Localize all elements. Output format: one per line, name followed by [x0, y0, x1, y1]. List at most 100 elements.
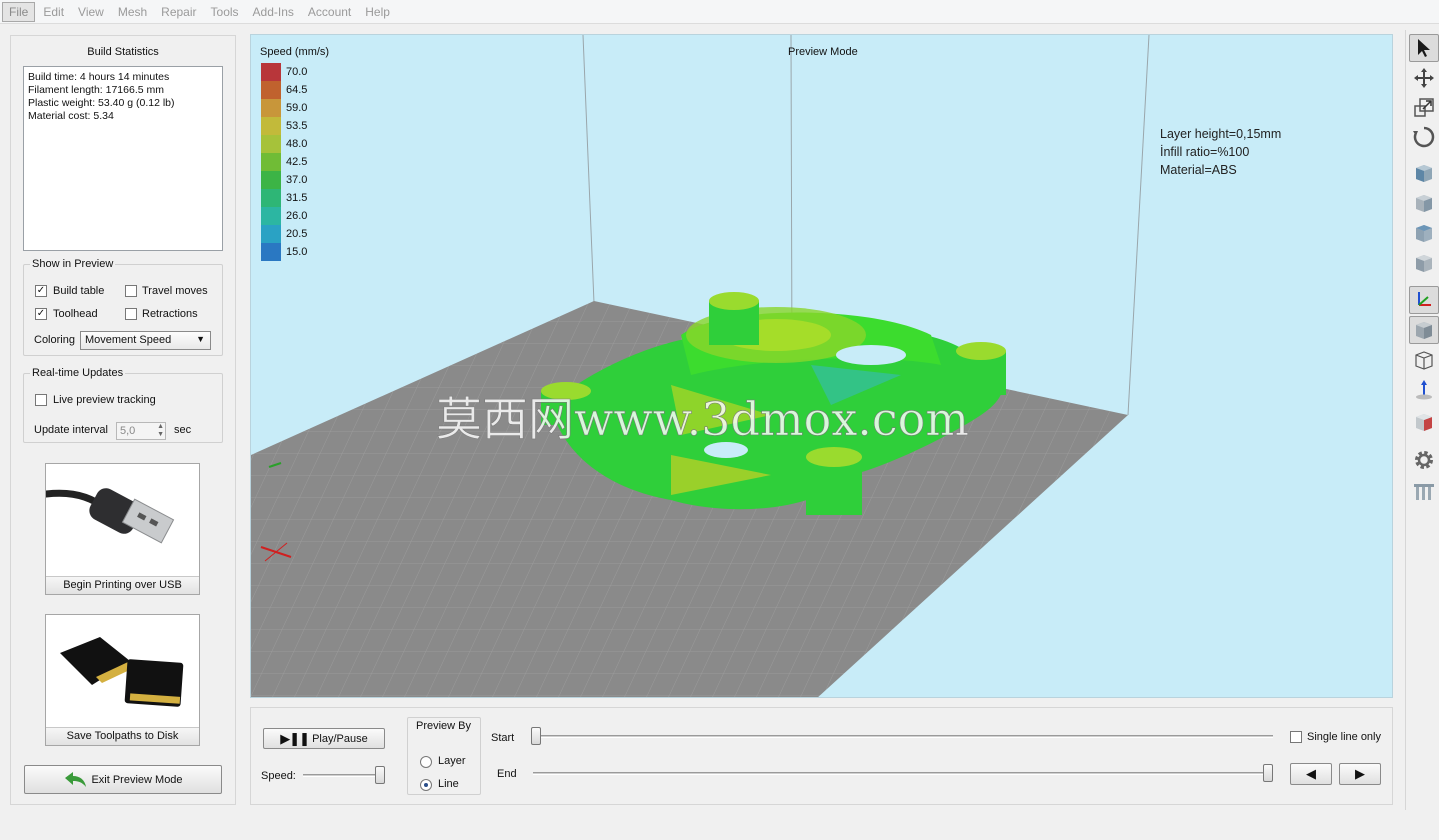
scale-tool-button[interactable] [1409, 93, 1439, 121]
arrow-right-icon: ▶ [1355, 766, 1365, 781]
settings-button[interactable] [1409, 446, 1439, 474]
legend-swatch [261, 117, 281, 135]
cut-cube-icon [1416, 414, 1432, 431]
section-view-button[interactable] [1409, 408, 1439, 436]
start-slider-track[interactable] [533, 735, 1273, 738]
sd-card-icon [60, 637, 184, 707]
toolhead-checkbox[interactable]: ✓ [35, 308, 47, 320]
speed-slider-track[interactable] [303, 774, 383, 777]
speed-slider-thumb[interactable] [375, 766, 385, 784]
layer-radio-label: Layer [438, 755, 466, 767]
legend-label: 64.5 [286, 84, 308, 96]
menu-account[interactable]: Account [302, 3, 357, 21]
axes-icon [1418, 292, 1431, 306]
step-forward-button[interactable]: ▶ [1339, 763, 1381, 785]
menu-bar: File Edit View Mesh Repair Tools Add-Ins… [0, 0, 1439, 24]
build-table-checkbox[interactable]: ✓ [35, 285, 47, 297]
preview-by-group: Preview By Layer Line [407, 717, 481, 795]
legend-label: 15.0 [286, 246, 308, 258]
travel-moves-label: Travel moves [142, 285, 208, 297]
legend-swatch [261, 189, 281, 207]
view-cube-side-icon [1416, 195, 1432, 212]
single-line-label: Single line only [1307, 731, 1381, 743]
line-radio-label: Line [438, 778, 459, 790]
stat-plastic-weight: Plastic weight: 53.40 g (0.12 lb) [28, 97, 175, 109]
show-in-preview-group: Show in Preview ✓ Build table Travel mov… [23, 258, 223, 356]
select-tool-button[interactable] [1409, 34, 1439, 62]
legend-swatch [261, 243, 281, 261]
usb-cable-icon [42, 488, 175, 544]
coloring-select[interactable]: Movement Speed ▼ [80, 331, 211, 350]
end-label: End [497, 768, 517, 780]
menu-mesh[interactable]: Mesh [112, 3, 153, 21]
solid-view-button[interactable] [1409, 316, 1439, 344]
view-iso-button[interactable] [1409, 249, 1439, 277]
view-top-button[interactable] [1409, 219, 1439, 247]
build-statistics-box: Build time: 4 hours 14 minutes Filament … [23, 66, 223, 251]
preview-mode-title: Preview Mode [788, 46, 858, 58]
exit-button-label: Exit Preview Mode [91, 773, 183, 786]
move-tool-button[interactable] [1409, 64, 1439, 92]
play-pause-icon: ▶❚❚ [280, 730, 310, 746]
view-cube-iso-icon [1416, 255, 1432, 272]
toolhead-label: Toolhead [53, 308, 98, 320]
preview-viewport[interactable]: 莫西网www.3dmox.com Preview Mode Speed (mm/… [250, 34, 1393, 698]
scale-icon [1414, 98, 1434, 117]
begin-printing-usb-button[interactable]: Begin Printing over USB [42, 463, 200, 595]
menu-edit[interactable]: Edit [37, 3, 70, 21]
support-icon [1414, 484, 1434, 500]
retractions-label: Retractions [142, 308, 198, 320]
settings-gear-icon [1415, 451, 1433, 469]
supports-button[interactable] [1409, 477, 1439, 505]
stat-material-cost: Material cost: 5.34 [28, 110, 114, 122]
single-line-checkbox[interactable] [1290, 731, 1302, 743]
update-interval-spinbox[interactable]: 5,0 ▲ ▼ [116, 422, 166, 440]
play-pause-label: Play/Pause [312, 732, 368, 745]
realtime-updates-title: Real-time Updates [30, 367, 126, 379]
menu-repair[interactable]: Repair [155, 3, 202, 21]
legend-swatch [261, 99, 281, 117]
show-in-preview-title: Show in Preview [30, 258, 116, 270]
live-preview-checkbox[interactable] [35, 394, 47, 406]
travel-moves-checkbox[interactable] [125, 285, 137, 297]
menu-file[interactable]: File [2, 1, 36, 22]
menu-add-ins[interactable]: Add-Ins [247, 3, 300, 21]
retractions-checkbox[interactable] [125, 308, 137, 320]
stat-build-time: Build time: 4 hours 14 minutes [28, 71, 170, 83]
spin-arrows-icon[interactable]: ▲ ▼ [157, 423, 164, 439]
step-back-button[interactable]: ◀ [1290, 763, 1332, 785]
legend-label: 70.0 [286, 66, 308, 78]
usb-button-label: Begin Printing over USB [46, 576, 199, 594]
line-radio[interactable] [420, 779, 432, 791]
note-infill-ratio: İnfill ratio=%100 [1160, 145, 1250, 159]
legend-label: 53.5 [286, 120, 308, 132]
show-axes-button[interactable] [1409, 286, 1439, 314]
end-slider-thumb[interactable] [1263, 764, 1273, 782]
save-button-label: Save Toolpaths to Disk [46, 727, 199, 745]
legend-swatch [261, 81, 281, 99]
layer-radio[interactable] [420, 756, 432, 768]
save-toolpaths-button[interactable]: Save Toolpaths to Disk [45, 614, 200, 746]
menu-view[interactable]: View [72, 3, 110, 21]
view-cube-front-icon [1416, 165, 1432, 182]
wireframe-view-button[interactable] [1409, 346, 1439, 374]
note-layer-height: Layer height=0,15mm [1160, 127, 1282, 141]
menu-tools[interactable]: Tools [205, 3, 245, 21]
arrow-left-icon: ◀ [1306, 766, 1316, 781]
preview-by-title: Preview By [416, 720, 472, 732]
legend-swatch [261, 135, 281, 153]
view-side-button[interactable] [1409, 189, 1439, 217]
rotate-tool-button[interactable] [1409, 123, 1439, 151]
legend-label: 48.0 [286, 138, 308, 150]
select-arrow-icon [1418, 39, 1430, 57]
exit-preview-mode-button[interactable]: Exit Preview Mode [24, 765, 222, 794]
menu-help[interactable]: Help [359, 3, 396, 21]
z-axis-button[interactable] [1409, 376, 1439, 404]
view-front-button[interactable] [1409, 159, 1439, 187]
update-interval-unit: sec [174, 424, 192, 436]
end-slider-track[interactable] [533, 772, 1273, 775]
legend-label: 26.0 [286, 210, 308, 222]
play-pause-button[interactable]: ▶❚❚ Play/Pause [263, 728, 385, 749]
start-slider-thumb[interactable] [531, 727, 541, 745]
legend-label: 59.0 [286, 102, 308, 114]
